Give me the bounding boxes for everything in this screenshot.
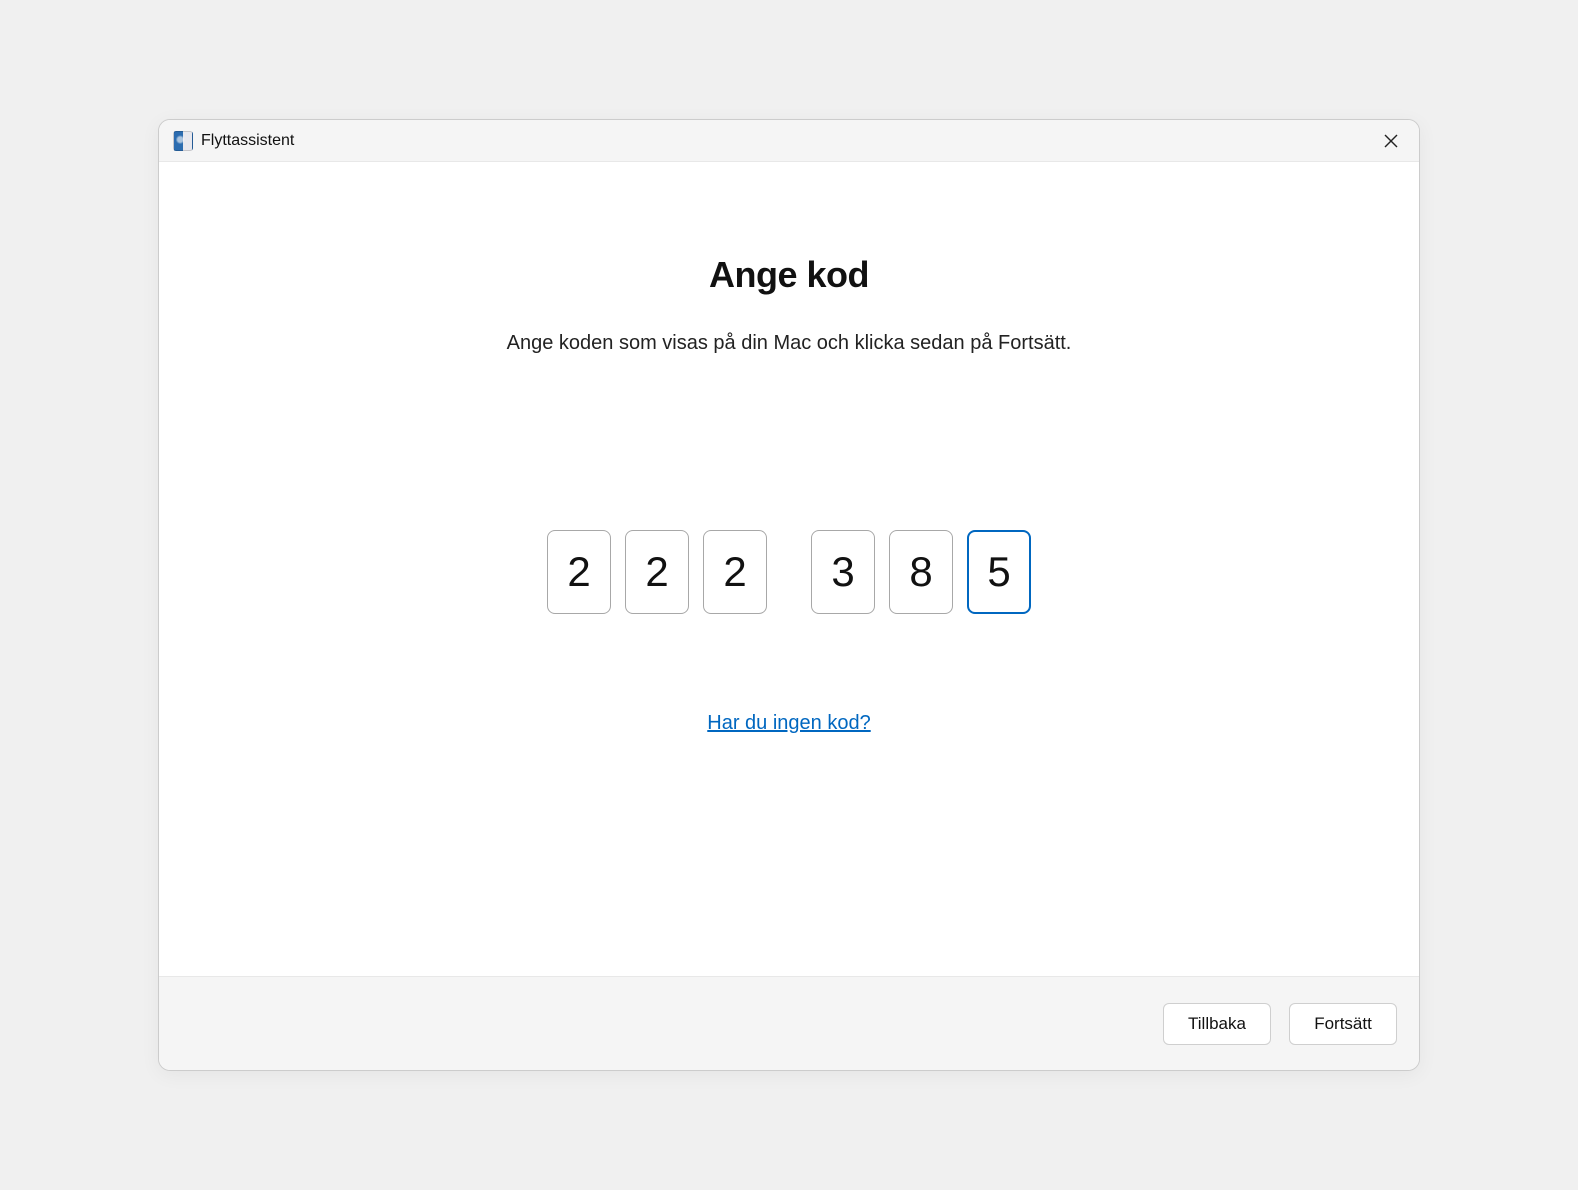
back-button[interactable]: Tillbaka (1163, 1003, 1271, 1045)
footer-bar: Tillbaka Fortsätt (159, 976, 1419, 1070)
app-window: Flyttassistent Ange kod Ange koden som v… (158, 119, 1420, 1071)
code-group-left: 2 2 2 (547, 530, 767, 614)
migration-assistant-icon (173, 131, 193, 151)
no-code-link[interactable]: Har du ingen kod? (707, 712, 870, 735)
page-heading: Ange kod (709, 254, 869, 296)
code-digit-1[interactable]: 2 (547, 530, 611, 614)
window-title: Flyttassistent (201, 132, 294, 150)
page-subtext: Ange koden som visas på din Mac och klic… (507, 332, 1072, 355)
code-digit-6[interactable]: 5 (967, 530, 1031, 614)
code-digit-2[interactable]: 2 (625, 530, 689, 614)
code-entry-row: 2 2 2 3 8 5 (547, 530, 1031, 614)
main-content: Ange kod Ange koden som visas på din Mac… (159, 162, 1419, 976)
close-button[interactable] (1369, 120, 1413, 162)
continue-button[interactable]: Fortsätt (1289, 1003, 1397, 1045)
code-digit-4[interactable]: 3 (811, 530, 875, 614)
code-group-right: 3 8 5 (811, 530, 1031, 614)
close-icon (1384, 134, 1398, 148)
titlebar: Flyttassistent (159, 120, 1419, 162)
code-digit-5[interactable]: 8 (889, 530, 953, 614)
code-digit-3[interactable]: 2 (703, 530, 767, 614)
